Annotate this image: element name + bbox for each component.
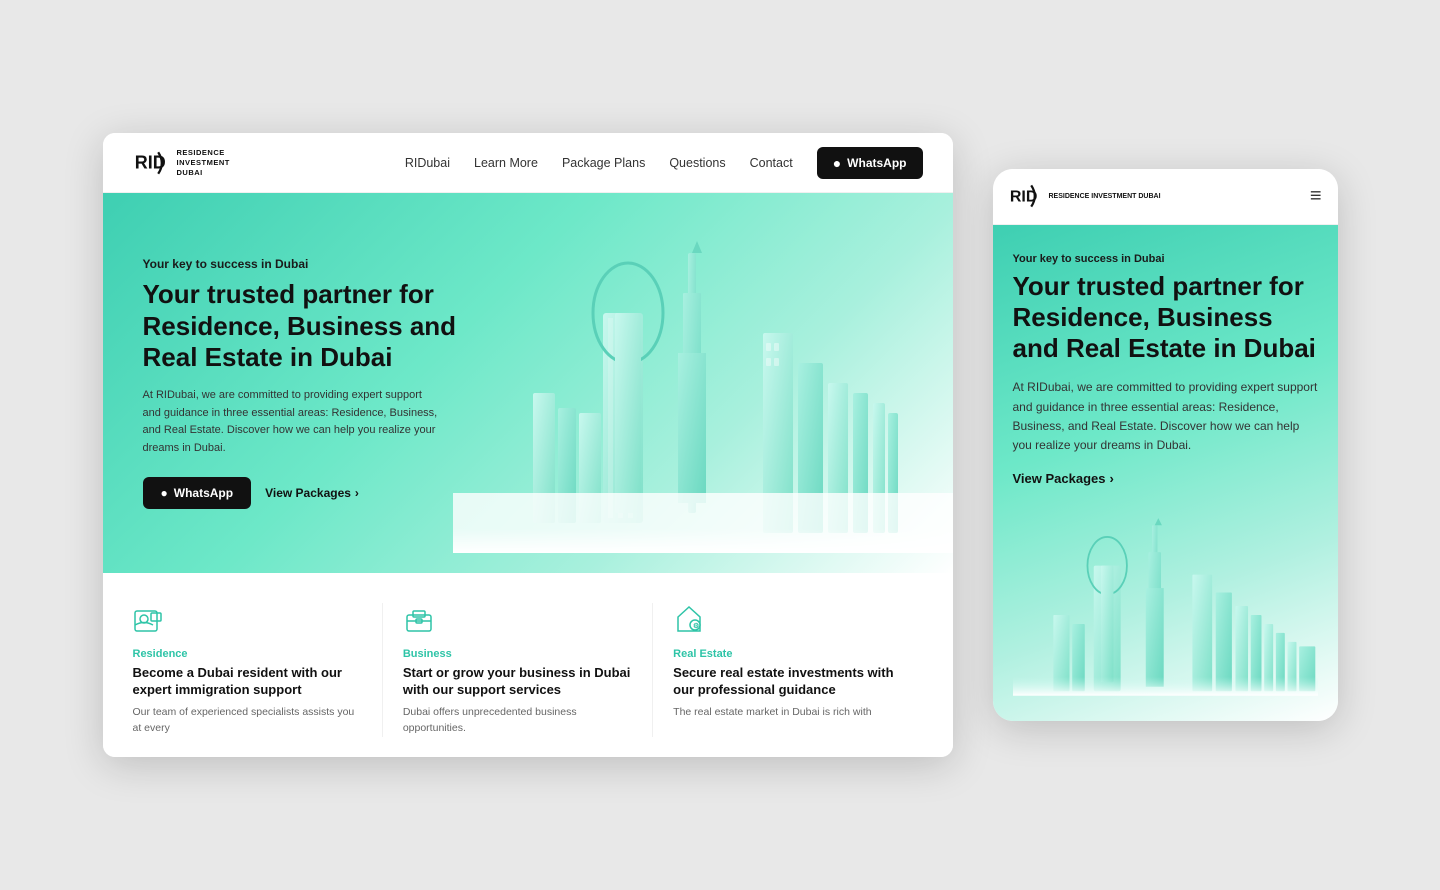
whatsapp-icon-hero: ● (161, 486, 168, 500)
feature-residence: Residence Become a Dubai resident with o… (133, 603, 383, 736)
mobile-logo[interactable]: RID RESIDENCE INVESTMENT DUBAI (1009, 180, 1310, 212)
hero-actions: ● WhatsApp View Packages › (143, 477, 483, 509)
hero-skyline-image (453, 233, 953, 573)
feature-business-title: Start or grow your business in Dubai wit… (403, 665, 632, 699)
feature-realestate-desc: The real estate market in Dubai is rich … (673, 705, 902, 721)
hero-whatsapp-button[interactable]: ● WhatsApp (143, 477, 252, 509)
chevron-right-icon: › (355, 486, 359, 500)
chevron-right-icon-mobile: › (1110, 471, 1114, 486)
nav-learn-more[interactable]: Learn More (474, 156, 538, 170)
feature-residence-category: Residence (133, 648, 362, 660)
hero-view-packages-link[interactable]: View Packages › (265, 486, 359, 500)
logo-icon: RID (133, 145, 169, 181)
mobile-hero-subtitle: Your key to success in Dubai (1013, 253, 1318, 265)
hero-content: Your key to success in Dubai Your truste… (143, 257, 483, 509)
mobile-hero-description: At RIDubai, we are committed to providin… (1013, 378, 1318, 455)
feature-business-category: Business (403, 648, 632, 660)
feature-realestate-title: Secure real estate investments with our … (673, 665, 902, 699)
desktop-logo[interactable]: RID RESIDENCE INVESTMENT DUBAI (133, 145, 230, 181)
nav-package-plans[interactable]: Package Plans (562, 156, 645, 170)
nav-whatsapp-button[interactable]: ● WhatsApp (817, 147, 923, 179)
mobile-skyline-image (1013, 506, 1318, 701)
desktop-navbar: RID RESIDENCE INVESTMENT DUBAI RIDubai L… (103, 133, 953, 193)
mobile-hero: Your key to success in Dubai Your truste… (993, 225, 1338, 721)
features-section: Residence Become a Dubai resident with o… (103, 573, 953, 756)
feature-residence-title: Become a Dubai resident with our expert … (133, 665, 362, 699)
desktop-browser-mockup: RID RESIDENCE INVESTMENT DUBAI RIDubai L… (103, 133, 953, 756)
desktop-hero: Your key to success in Dubai Your truste… (103, 193, 953, 573)
nav-contact[interactable]: Contact (750, 156, 793, 170)
nav-questions[interactable]: Questions (669, 156, 725, 170)
business-icon (403, 603, 435, 635)
nav-ridubai[interactable]: RIDubai (405, 156, 450, 170)
mobile-browser-mockup: RID RESIDENCE INVESTMENT DUBAI ≡ Your ke… (993, 169, 1338, 721)
mobile-logo-text: RESIDENCE INVESTMENT DUBAI (1049, 192, 1161, 201)
realestate-icon: ⚙ (673, 603, 705, 635)
feature-business: Business Start or grow your business in … (403, 603, 653, 736)
mobile-view-packages-link[interactable]: View Packages › (1013, 471, 1318, 486)
hero-title: Your trusted partner for Residence, Busi… (143, 279, 483, 373)
hero-subtitle: Your key to success in Dubai (143, 257, 483, 271)
residence-icon (133, 603, 165, 635)
mobile-logo-icon: RID (1009, 180, 1041, 212)
feature-realestate: ⚙ Real Estate Secure real estate investm… (673, 603, 922, 736)
hamburger-menu-button[interactable]: ≡ (1310, 185, 1322, 208)
feature-residence-desc: Our team of experienced specialists assi… (133, 705, 362, 737)
svg-text:⚙: ⚙ (693, 622, 699, 630)
hero-description: At RIDubai, we are committed to providin… (143, 387, 443, 457)
feature-realestate-category: Real Estate (673, 648, 902, 660)
logo-text: RESIDENCE INVESTMENT DUBAI (177, 148, 230, 177)
mobile-hero-title: Your trusted partner for Residence, Busi… (1013, 271, 1318, 365)
nav-links: RIDubai Learn More Package Plans Questio… (405, 154, 793, 172)
whatsapp-icon: ● (833, 155, 841, 171)
mobile-navbar: RID RESIDENCE INVESTMENT DUBAI ≡ (993, 169, 1338, 225)
feature-business-desc: Dubai offers unprecedented business oppo… (403, 705, 632, 737)
